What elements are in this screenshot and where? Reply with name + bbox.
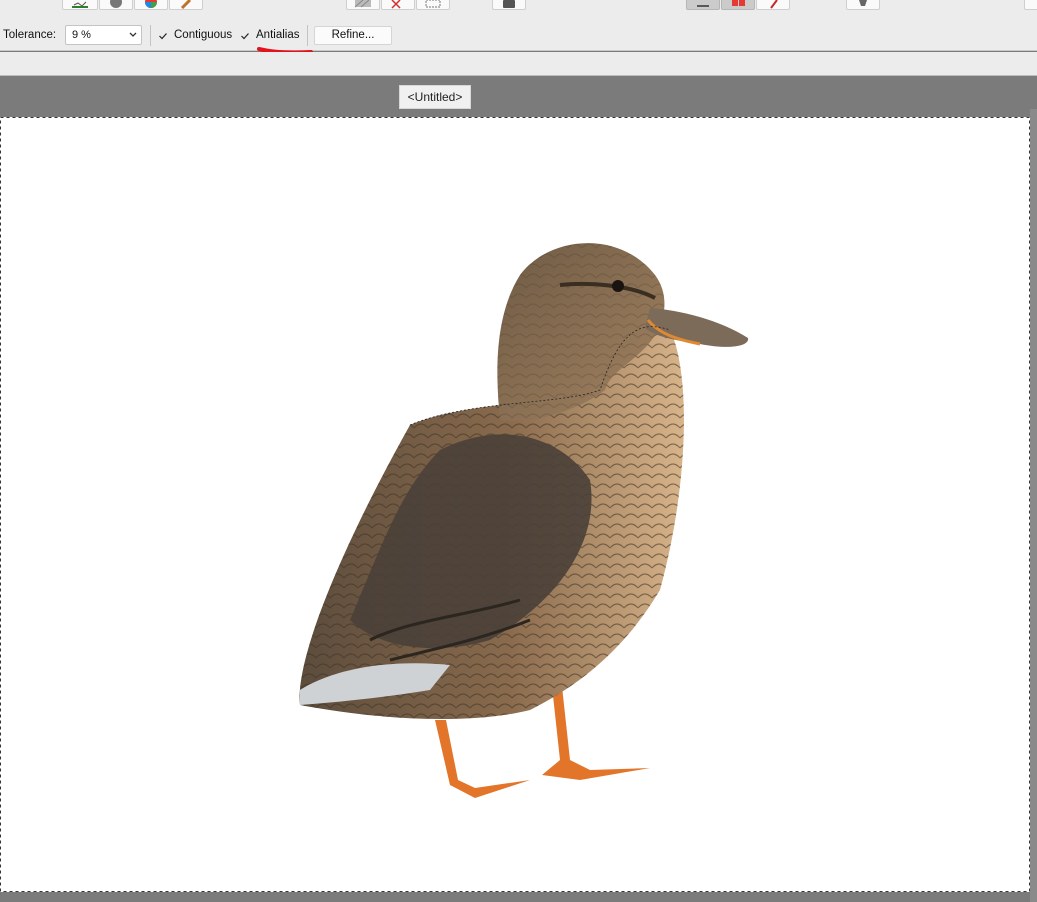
- overflow-button[interactable]: [1024, 0, 1037, 10]
- brightness-tool-button[interactable]: [99, 0, 133, 10]
- options-strip: [0, 52, 1037, 76]
- tolerance-value: 9 %: [72, 29, 91, 41]
- tolerance-dropdown[interactable]: 9 %: [65, 25, 142, 45]
- lamp-button[interactable]: [846, 0, 880, 10]
- pattern-icon: [354, 0, 371, 8]
- chevron-down-icon: [129, 32, 137, 37]
- context-toolbar: Tolerance: 9 % Contiguous Antialias Refi…: [0, 20, 1037, 51]
- cross-icon: [391, 0, 401, 9]
- selection-mode-add-button[interactable]: [721, 0, 755, 10]
- duck-image: [299, 243, 749, 798]
- toolbar-divider: [150, 25, 151, 46]
- color-wheel-icon: [145, 0, 157, 8]
- tolerance-label: Tolerance:: [3, 29, 57, 41]
- pattern-tool-button[interactable]: [346, 0, 380, 10]
- crop-button[interactable]: [416, 0, 450, 10]
- selection-add-icon: [732, 0, 745, 6]
- workspace-edge: [1030, 109, 1037, 902]
- toolbar-divider: [307, 25, 308, 46]
- crop-icon: [425, 0, 441, 8]
- antialias-label[interactable]: Antialias: [256, 29, 299, 41]
- pen-icon: [770, 0, 778, 9]
- camera-icon: [503, 0, 515, 8]
- selection-mode-new-button[interactable]: [686, 0, 720, 10]
- checkmark-icon: [241, 33, 249, 40]
- antialias-checkbox[interactable]: [239, 30, 251, 42]
- lamp-icon: [859, 0, 867, 6]
- contiguous-label[interactable]: Contiguous: [174, 29, 232, 41]
- refine-button[interactable]: Refine...: [314, 26, 392, 45]
- main-toolbar: [0, 0, 1037, 20]
- levels-icon: [72, 1, 88, 8]
- brush-icon: [180, 0, 192, 9]
- brush-tool-button[interactable]: [169, 0, 203, 10]
- checkmark-icon: [159, 33, 167, 40]
- deselect-button[interactable]: [381, 0, 415, 10]
- contiguous-checkbox[interactable]: [157, 30, 169, 42]
- circle-icon: [110, 0, 122, 8]
- selection-mode-icon: [697, 5, 709, 7]
- pen-tool-button[interactable]: [756, 0, 790, 10]
- levels-tool-button[interactable]: [62, 0, 98, 10]
- camera-button[interactable]: [492, 0, 526, 10]
- color-wheel-button[interactable]: [134, 0, 168, 10]
- document-tab[interactable]: <Untitled>: [399, 85, 471, 109]
